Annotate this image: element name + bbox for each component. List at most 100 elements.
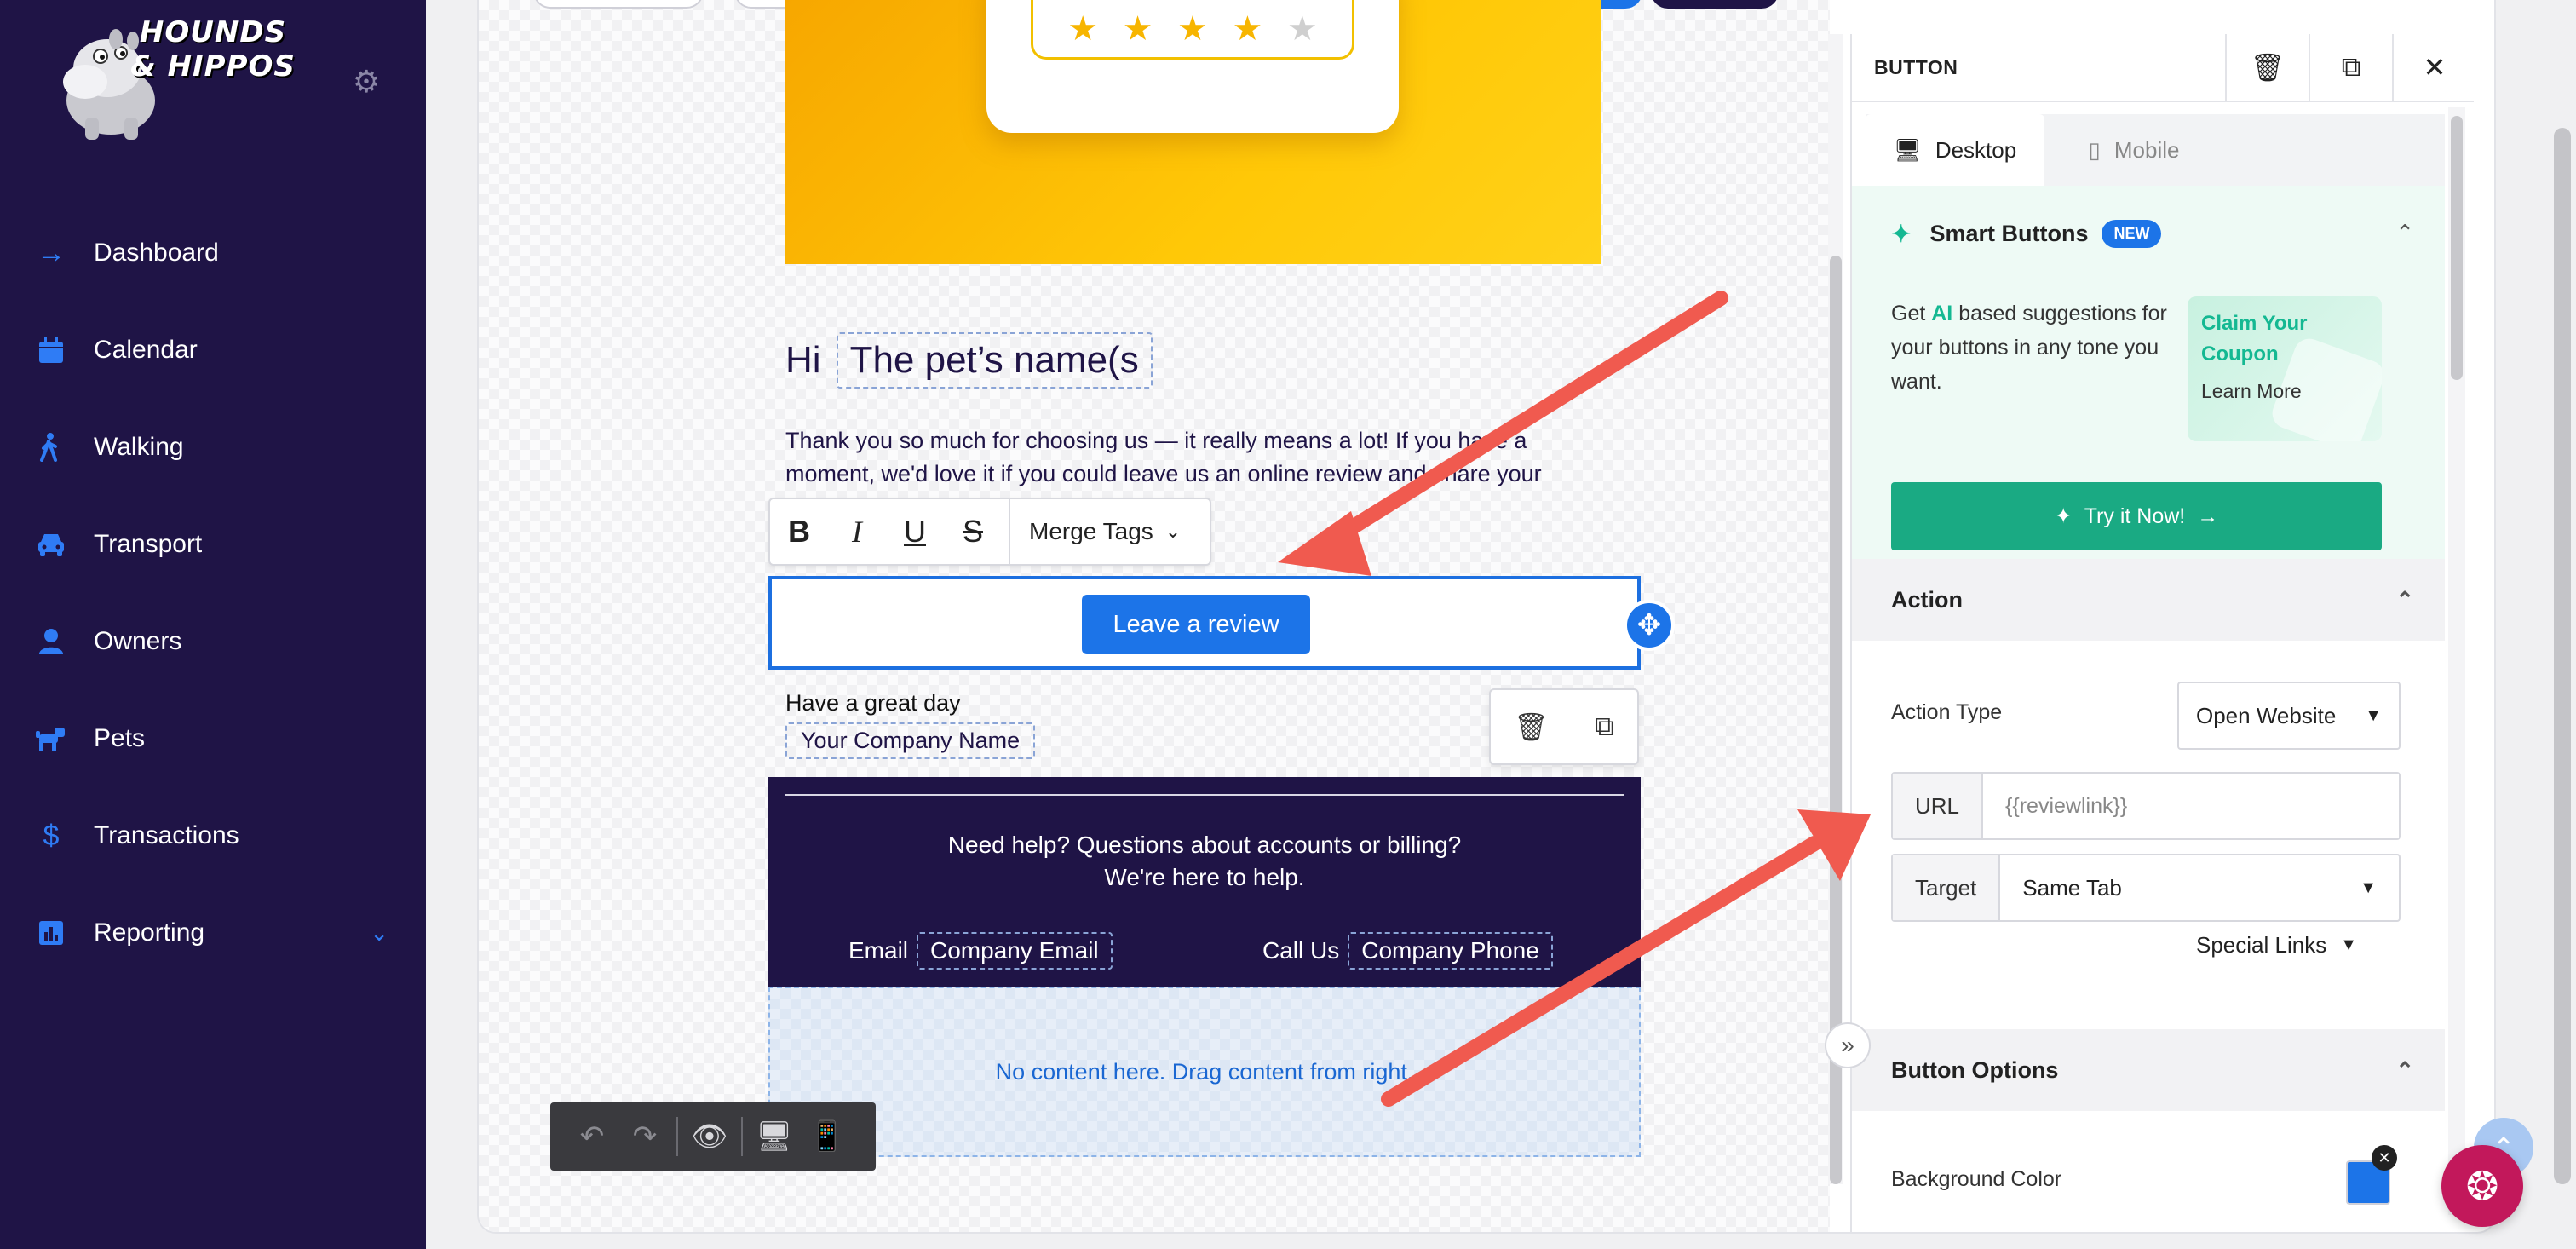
target-value: Same Tab xyxy=(2022,874,2122,901)
sidebar-item-label: Calendar xyxy=(94,336,198,364)
clear-color-icon[interactable]: ✕ xyxy=(2372,1145,2397,1171)
selected-button-block[interactable]: Leave a review ✥ xyxy=(768,576,1675,670)
sidebar-item-calendar[interactable]: Calendar xyxy=(0,302,426,399)
move-icon[interactable]: ✥ xyxy=(1624,600,1675,651)
duplicate-icon[interactable]: ⧉ xyxy=(1595,711,1614,743)
star-empty-icon: ★ xyxy=(1286,9,1318,48)
sidebar: HOUNDS & HIPPOS ⚙ → Dashboard Calendar W… xyxy=(0,0,426,1249)
review-card-graphic: ★ ★ ★ ★ ★ xyxy=(986,0,1399,133)
action-type-select[interactable]: Open Website ▼ xyxy=(2177,682,2401,750)
caret-down-icon: ▼ xyxy=(2340,935,2357,954)
company-name-merge-tag[interactable]: Your Company Name xyxy=(785,722,1036,759)
arrow-right-icon: → xyxy=(2197,504,2219,528)
strikethrough-button[interactable]: S xyxy=(944,498,1002,565)
dog-icon xyxy=(34,722,68,756)
divider xyxy=(676,1117,678,1156)
email-body: ★ ★ ★ ★ ★ Hi The pet’s name(s Thank you … xyxy=(768,0,1675,1159)
top-secondary-button[interactable] xyxy=(1651,0,1779,9)
smart-text-before: Get xyxy=(1891,302,1932,325)
caret-down-icon: ▼ xyxy=(2360,878,2377,897)
action-type-label: Action Type xyxy=(1891,700,2003,724)
special-links-dropdown[interactable]: Special Links ▼ xyxy=(2196,932,2357,958)
target-select[interactable]: Same Tab ▼ xyxy=(2000,855,2399,920)
email-canvas: ★ ★ ★ ★ ★ Hi The pet’s name(s Thank you … xyxy=(479,0,1830,1232)
desktop-view-icon[interactable]: 🖥 xyxy=(748,1102,801,1171)
settings-gear-icon[interactable]: ⚙ xyxy=(349,65,383,99)
dollar-icon: $ xyxy=(43,819,60,852)
chevron-up-icon: ⌃ xyxy=(2395,586,2414,613)
mobile-view-icon[interactable]: 📱 xyxy=(801,1102,854,1171)
duplicate-block-icon[interactable]: ⧉ xyxy=(2309,34,2392,101)
pet-name-merge-tag[interactable]: The pet’s name(s xyxy=(836,332,1153,389)
merge-tags-label: Merge Tags xyxy=(1029,518,1153,544)
sidebar-item-label: Reporting xyxy=(94,918,205,947)
sidebar-item-transactions[interactable]: $ Transactions xyxy=(0,787,426,884)
panel-title: BUTTON xyxy=(1874,55,1958,78)
tab-desktop[interactable]: 🖥 Desktop xyxy=(1866,114,2044,186)
sidebar-item-dashboard[interactable]: → Dashboard xyxy=(0,204,426,302)
target-field-group: Target Same Tab ▼ xyxy=(1891,854,2401,922)
underline-button[interactable]: U xyxy=(886,498,944,565)
company-phone-merge-tag[interactable]: Company Phone xyxy=(1348,932,1553,970)
top-tab[interactable] xyxy=(533,0,704,9)
email-body-text[interactable]: Thank you so much for choosing us — it r… xyxy=(785,424,1603,491)
learn-more-link[interactable]: Learn More xyxy=(2201,380,2302,403)
smart-buttons-header[interactable]: ✦ Smart Buttons NEW xyxy=(1891,220,2162,248)
signoff-text[interactable]: Have a great day xyxy=(785,690,961,717)
merge-tags-dropdown[interactable]: Merge Tags ⌄ xyxy=(1010,498,1199,565)
rating-stars: ★ ★ ★ ★ ★ xyxy=(1031,0,1354,60)
preview-eye-icon[interactable]: 👁 xyxy=(683,1102,736,1171)
delete-block-icon[interactable]: 🗑 xyxy=(2225,34,2309,101)
company-email-merge-tag[interactable]: Company Email xyxy=(917,932,1113,970)
chevron-down-icon: ⌄ xyxy=(1164,521,1182,542)
star-icon: ★ xyxy=(1177,9,1208,48)
leave-review-button[interactable]: Leave a review xyxy=(1082,595,1310,654)
sidebar-item-reporting[interactable]: Reporting ⌄ xyxy=(0,884,426,981)
tab-mobile[interactable]: ▯ Mobile xyxy=(2044,114,2223,186)
email-footer: Need help? Questions about accounts or b… xyxy=(768,777,1641,987)
collapse-panel-icon[interactable]: » xyxy=(1825,1022,1871,1068)
button-options-section-header[interactable]: Button Options ⌃ xyxy=(1852,1029,2445,1111)
text-format-toolbar: B I U S Merge Tags ⌄ xyxy=(768,498,1211,566)
sidebar-item-pets[interactable]: Pets xyxy=(0,690,426,787)
undo-icon[interactable]: ↶ xyxy=(566,1102,618,1171)
trash-icon[interactable]: 🗑 xyxy=(1514,711,1549,743)
calendar-icon xyxy=(34,333,68,367)
close-icon[interactable]: ✕ xyxy=(2392,34,2474,101)
sidebar-item-label: Walking xyxy=(94,433,184,461)
block-actions: 🗑 ⧉ xyxy=(1489,688,1639,765)
sidebar-item-owners[interactable]: Owners xyxy=(0,593,426,690)
brand-name: HOUNDS & HIPPOS xyxy=(130,15,296,83)
url-field-group: URL xyxy=(1891,772,2401,840)
mobile-icon: ▯ xyxy=(2088,136,2101,163)
empty-dropzone[interactable]: No content here. Drag content from right… xyxy=(768,987,1641,1157)
arrow-right-icon: → xyxy=(37,236,66,269)
sidebar-item-transport[interactable]: Transport xyxy=(0,496,426,593)
redo-icon[interactable]: ↷ xyxy=(618,1102,671,1171)
help-widget-icon[interactable]: ❂ xyxy=(2441,1145,2523,1227)
page-scrollbar[interactable] xyxy=(2554,128,2571,1184)
italic-button[interactable]: I xyxy=(828,498,886,565)
try-it-now-button[interactable]: ✦ Try it Now! → xyxy=(1891,482,2382,550)
panel-scrollbar-thumb[interactable] xyxy=(2451,116,2463,380)
panel-scrollbar[interactable] xyxy=(2448,107,2465,1215)
chevron-up-icon: ⌃ xyxy=(2395,1056,2414,1083)
sidebar-item-label: Pets xyxy=(94,724,146,752)
url-input[interactable] xyxy=(1983,774,2399,838)
hero-image: ★ ★ ★ ★ ★ xyxy=(785,0,1601,264)
editor-card: ★ ★ ★ ★ ★ Hi The pet’s name(s Thank you … xyxy=(477,0,2496,1234)
coupon-promo[interactable]: Claim Your Coupon Learn More xyxy=(2188,296,2382,441)
editor-bottom-toolbar: ↶ ↷ 👁 🖥 📱 xyxy=(550,1102,876,1171)
chevron-up-icon[interactable]: ⌃ xyxy=(2395,220,2414,246)
footer-email: Email Company Email xyxy=(848,932,1113,970)
action-section-title: Action xyxy=(1891,586,1963,613)
footer-email-label: Email xyxy=(848,937,909,964)
sidebar-item-label: Owners xyxy=(94,627,182,655)
url-label: URL xyxy=(1893,774,1984,838)
sidebar-item-walking[interactable]: Walking xyxy=(0,399,426,496)
greeting[interactable]: Hi The pet’s name(s xyxy=(785,332,1153,389)
new-badge: NEW xyxy=(2102,220,2162,248)
sidebar-item-label: Transport xyxy=(94,530,203,558)
action-section-header[interactable]: Action ⌃ xyxy=(1852,559,2445,641)
bold-button[interactable]: B xyxy=(770,498,828,565)
